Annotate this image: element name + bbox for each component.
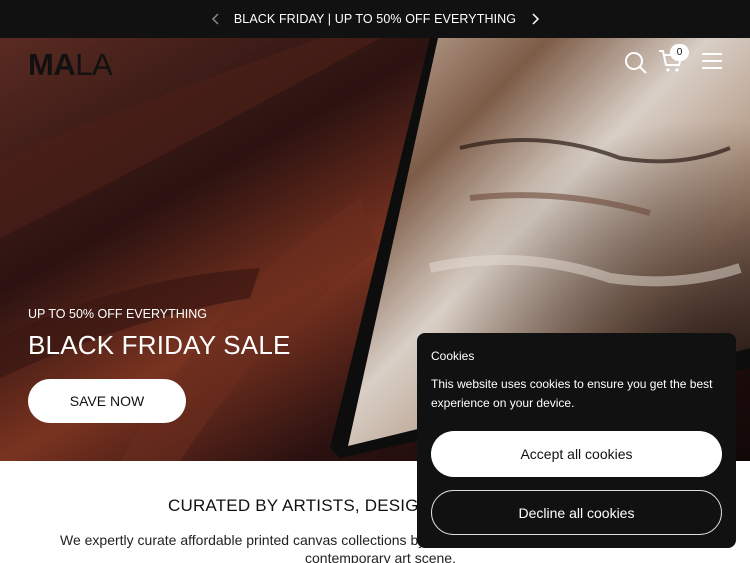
search-icon[interactable] <box>624 51 648 75</box>
cookie-text: This website uses cookies to ensure you … <box>431 377 713 410</box>
chevron-right-icon[interactable] <box>525 9 545 29</box>
logo-thin-part: LA <box>75 47 113 82</box>
hero-kicker: UP TO 50% OFF EVERYTHING <box>28 307 207 321</box>
decline-cookies-button[interactable]: Decline all cookies <box>431 490 722 535</box>
cookie-banner: Cookies This website uses cookies to ens… <box>417 333 736 548</box>
site-logo[interactable]: MALA <box>28 47 113 83</box>
cart-count-badge: 0 <box>670 44 689 61</box>
cookie-title: Cookies <box>431 349 475 363</box>
hero-title: BLACK FRIDAY SALE <box>28 330 291 360</box>
menu-icon[interactable] <box>701 52 723 70</box>
accept-cookies-button[interactable]: Accept all cookies <box>431 431 722 477</box>
logo-bold-part: MA <box>28 47 76 82</box>
save-now-button[interactable]: SAVE NOW <box>28 379 186 423</box>
announcement-text[interactable]: BLACK FRIDAY | UP TO 50% OFF EVERYTHING <box>234 12 516 26</box>
section-body-line2: contemporary art scene. <box>305 550 456 563</box>
chevron-left-icon[interactable] <box>206 9 226 29</box>
announcement-bar: BLACK FRIDAY | UP TO 50% OFF EVERYTHING <box>0 0 750 38</box>
section-title: CURATED BY ARTISTS, DESIGN <box>168 496 432 515</box>
